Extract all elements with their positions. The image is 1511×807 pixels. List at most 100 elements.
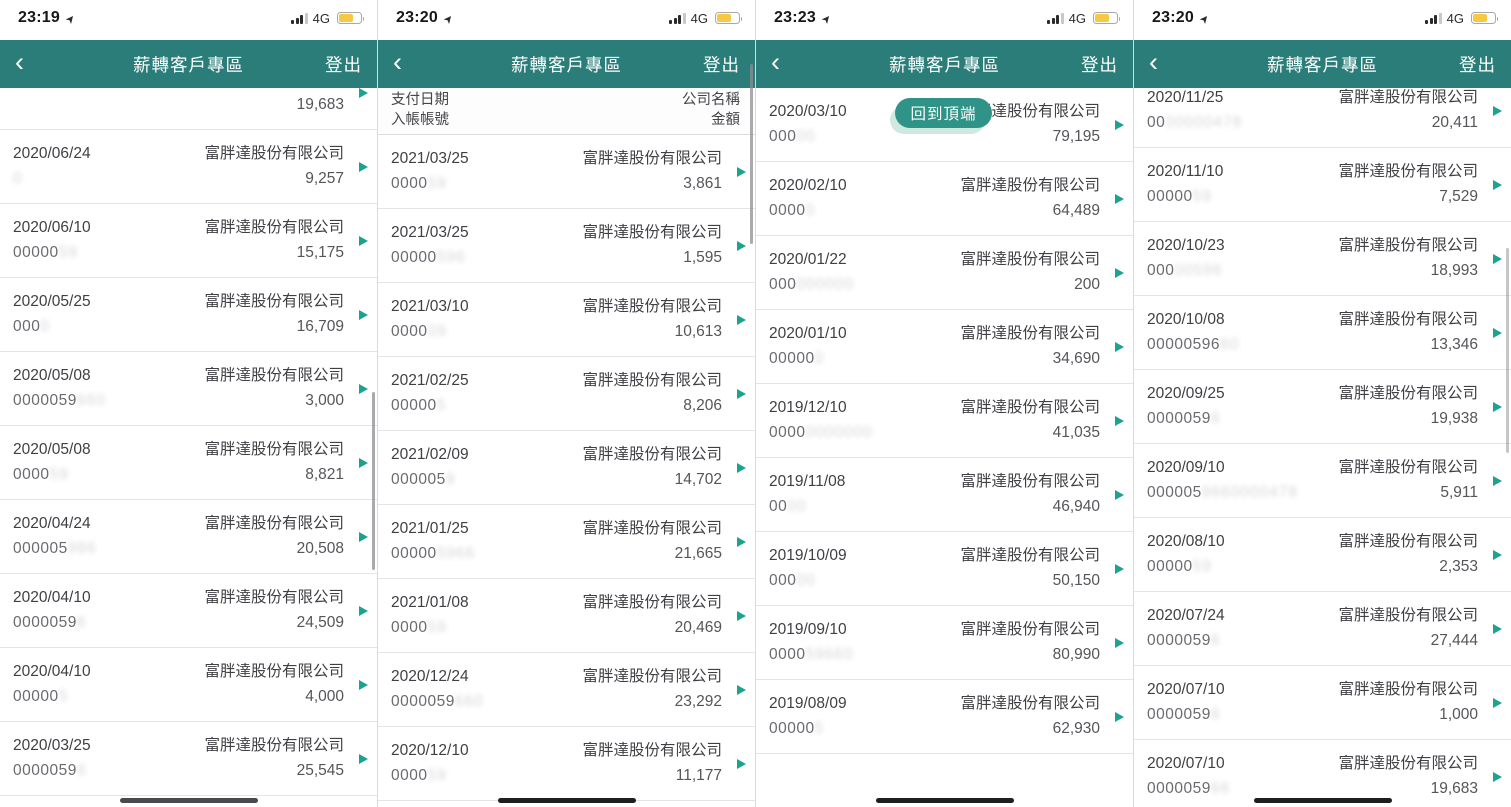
account-number: 000059 [391, 615, 469, 640]
home-indicator[interactable] [876, 798, 1014, 803]
amount: 5,911 [1338, 480, 1478, 505]
table-row[interactable]: 2019/12/10 00000000000 富胖達股份有限公司 41,035 [756, 384, 1133, 458]
table-row[interactable]: 2019/09/10 000059660 富胖達股份有限公司 80,990 [756, 606, 1133, 680]
table-row[interactable]: 2020/07/24 00000596 富胖達股份有限公司 27,444 [1134, 592, 1511, 666]
amount: 80,990 [960, 642, 1100, 667]
table-row[interactable]: 2021/03/10 000009 富胖達股份有限公司 10,613 [378, 283, 755, 357]
table-row[interactable]: 2020/05/25 0000 富胖達股份有限公司 16,709 [0, 278, 377, 352]
table-row[interactable]: 2020/01/22 000000000 富胖達股份有限公司 200 [756, 236, 1133, 310]
table-row[interactable]: 2020/04/24 000005986 富胖達股份有限公司 20,508 [0, 500, 377, 574]
home-indicator[interactable] [1254, 798, 1392, 803]
chevron-right-icon [737, 685, 746, 695]
table-row[interactable]: 2021/02/09 0000059 富胖達股份有限公司 14,702 [378, 431, 755, 505]
amount: 50,150 [960, 568, 1100, 593]
company-name: 富胖達股份有限公司 [960, 395, 1100, 420]
table-row[interactable]: 2019/10/09 00000 富胖達股份有限公司 50,150 [756, 532, 1133, 606]
table-row[interactable]: 2020/11/25 0000000478 富胖達股份有限公司 20,411 [1134, 88, 1511, 148]
rows-container-2: 2021/03/25 000059 富胖達股份有限公司 3,861 2021/0… [378, 135, 755, 801]
logout-button[interactable]: 登出 [703, 52, 740, 77]
chevron-right-icon [359, 310, 368, 320]
table-row[interactable]: 2019/08/09 000005 富胖達股份有限公司 62,930 [756, 680, 1133, 754]
chevron-right-icon [359, 458, 368, 468]
logout-button[interactable]: 登出 [325, 52, 362, 77]
clock: 23:20 [1152, 9, 1194, 27]
account-number: 00000059 [13, 88, 86, 92]
back-to-top-button[interactable]: 回到頂端 [895, 98, 992, 128]
chevron-right-icon [1115, 120, 1124, 130]
table-row[interactable]: 2021/01/08 000059 富胖達股份有限公司 20,469 [378, 579, 755, 653]
table-row[interactable]: 2020/06/10 0000059 富胖達股份有限公司 15,175 [0, 204, 377, 278]
table-row[interactable]: 2021/03/25 00000596 富胖達股份有限公司 1,595 [378, 209, 755, 283]
status-bar: 23:19 ➤ 4G [0, 0, 377, 40]
table-row[interactable]: 2020/08/10 0000059 富胖達股份有限公司 2,353 [1134, 518, 1511, 592]
pay-date: 2020/06/24 [13, 141, 91, 166]
table-row[interactable]: 2020/04/10 000005 富胖達股份有限公司 4,000 [0, 648, 377, 722]
table-row[interactable]: 2020/12/10 000059 富胖達股份有限公司 11,177 [378, 727, 755, 801]
table-row[interactable]: 2021/01/25 000005966 富胖達股份有限公司 21,665 [378, 505, 755, 579]
table-row[interactable]: 2020/12/24 0000059660 富胖達股份有限公司 23,292 [378, 653, 755, 727]
logout-button[interactable]: 登出 [1081, 52, 1118, 77]
table-row[interactable]: 2020/05/08 0000059660 富胖達股份有限公司 3,000 [0, 352, 377, 426]
pay-date: 2019/11/08 [769, 469, 845, 494]
home-indicator[interactable] [120, 798, 258, 803]
company-name: 富胖達股份有限公司 [582, 664, 722, 689]
pay-date: 2020/07/10 [1147, 677, 1225, 702]
account-number: 0000059 [391, 467, 469, 492]
amount: 46,940 [960, 494, 1100, 519]
table-row[interactable]: 2020/07/10 00000596 富胖達股份有限公司 1,000 [1134, 666, 1511, 740]
amount: 4,000 [204, 684, 344, 709]
scrollbar[interactable] [750, 64, 753, 244]
battery-icon [337, 12, 362, 24]
company-name: 富胖達股份有限公司 [1338, 233, 1478, 258]
company-name: 富胖達股份有限公司 [1338, 455, 1478, 480]
pay-date: 2020/09/10 [1147, 455, 1298, 480]
table-row[interactable]: 2020/01/10 000000 富胖達股份有限公司 34,690 [756, 310, 1133, 384]
table-row-partial[interactable]: 00000059 富胖達股份有限公司 19,683 [0, 88, 377, 130]
table-row[interactable]: 2020/06/24 0 富胖達股份有限公司 9,257 [0, 130, 377, 204]
transaction-list: 00000059 富胖達股份有限公司 19,683 2020/06/24 0 [0, 88, 377, 807]
table-row[interactable]: 2020/11/10 0000059 富胖達股份有限公司 7,529 [1134, 148, 1511, 222]
amount: 8,821 [204, 462, 344, 487]
amount: 13,346 [1338, 332, 1478, 357]
col-amount: 金額 [682, 110, 740, 130]
table-row[interactable]: 2020/10/08 0000059660 富胖達股份有限公司 13,346 [1134, 296, 1511, 370]
table-row[interactable]: 2021/03/25 000059 富胖達股份有限公司 3,861 [378, 135, 755, 209]
amount: 20,411 [1338, 110, 1478, 135]
table-row[interactable]: 2020/09/10 0000059660000478 富胖達股份有限公司 5,… [1134, 444, 1511, 518]
chevron-right-icon [1115, 564, 1124, 574]
table-row[interactable]: 2020/10/23 00000596 富胖達股份有限公司 18,993 [1134, 222, 1511, 296]
table-row[interactable]: 2021/02/25 000005 富胖達股份有限公司 8,206 [378, 357, 755, 431]
pay-date: 2020/02/10 [769, 173, 847, 198]
table-row[interactable]: 2020/02/10 00000 富胖達股份有限公司 64,489 [756, 162, 1133, 236]
pay-date: 2020/10/08 [1147, 307, 1239, 332]
table-row[interactable]: 2020/09/25 00000596 富胖達股份有限公司 19,938 [1134, 370, 1511, 444]
signal-strength-icon [1425, 13, 1442, 24]
logout-button[interactable]: 登出 [1459, 52, 1496, 77]
account-number: 0000059660 [391, 689, 484, 714]
table-row[interactable]: 2019/11/08 0000 富胖達股份有限公司 46,940 [756, 458, 1133, 532]
phone-screen-2: 23:20 ➤ 4G ‹ 薪轉客戶專區 登出 支付日期 入帳帳號 公司名稱 金額 [377, 0, 755, 807]
scrollbar[interactable] [372, 392, 375, 570]
pay-date: 2020/09/25 [1147, 381, 1225, 406]
table-row[interactable]: 2020/04/10 00000596 富胖達股份有限公司 24,509 [0, 574, 377, 648]
home-indicator[interactable] [498, 798, 636, 803]
column-headers: 支付日期 入帳帳號 公司名稱 金額 [378, 88, 755, 135]
pay-date: 2021/03/10 [391, 294, 469, 319]
company-name: 富胖達股份有限公司 [204, 585, 344, 610]
chevron-right-icon [1493, 180, 1502, 190]
amount: 19,683 [204, 92, 344, 117]
chevron-right-icon [1115, 342, 1124, 352]
company-name: 富胖達股份有限公司 [204, 215, 344, 240]
pay-date: 2019/09/10 [769, 617, 854, 642]
table-row[interactable]: 2020/03/25 00000596 富胖達股份有限公司 25,545 [0, 722, 377, 796]
chevron-right-icon [737, 537, 746, 547]
amount: 23,292 [582, 689, 722, 714]
account-number: 000005966 [1147, 776, 1230, 801]
company-name: 富胖達股份有限公司 [960, 691, 1100, 716]
table-row[interactable]: 2020/07/10 000005966 富胖達股份有限公司 19,683 [1134, 740, 1511, 807]
table-row[interactable]: 2020/05/08 000059 富胖達股份有限公司 8,821 [0, 426, 377, 500]
account-number: 00000596 [1147, 628, 1225, 653]
account-number: 00000 [769, 568, 847, 593]
scrollbar[interactable] [1506, 248, 1509, 453]
pay-date: 2020/07/24 [1147, 603, 1225, 628]
